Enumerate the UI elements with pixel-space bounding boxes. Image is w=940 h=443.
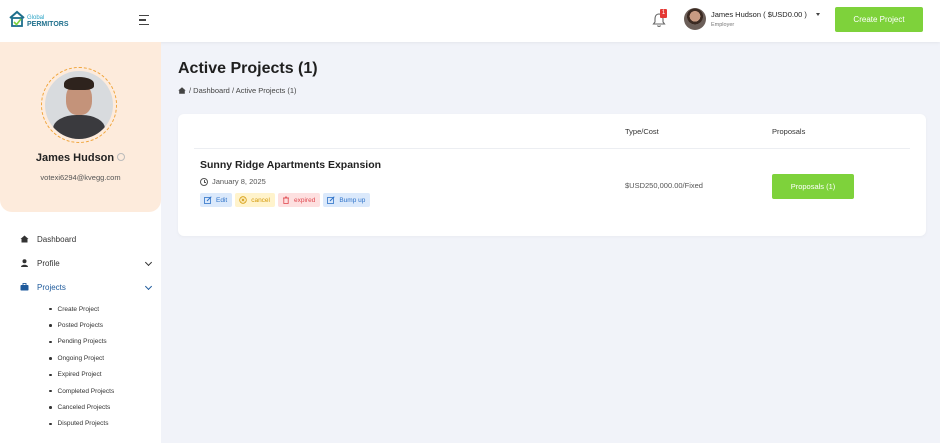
project-date: January 8, 2025 [200,177,266,186]
sidebar-subitem-completed-projects[interactable]: Completed Projects [0,383,161,399]
edit-label: Edit [216,196,228,204]
sidebar-subitem-disputed-projects[interactable]: Disputed Projects [0,416,161,432]
expired-button[interactable]: expired [278,193,321,207]
sidebar-item-label: Dashboard [37,234,77,244]
menu-toggle-icon[interactable] [139,15,149,25]
trash-icon [283,196,289,204]
top-header: Global PERMITORS 1 James Hudson ( $USD0.… [0,0,940,42]
chevron-down-icon [144,258,153,267]
briefcase-icon [20,283,29,291]
sidebar-item-label: Projects [37,282,66,292]
profile-name: James Hudson [35,152,115,164]
sidebar-subitem-ongoing-project[interactable]: Ongoing Project [0,350,161,366]
project-cost: $USD250,000.00/Fixed [625,181,703,190]
sidebar-subitem-create-project[interactable]: Create Project [0,301,161,317]
user-icon [21,259,28,267]
sidebar-item-dashboard[interactable]: Dashboard [0,227,161,251]
profile-name-row: James Hudson [0,152,161,164]
projects-submenu: Create Project Posted Projects Pending P… [0,301,161,432]
expired-label: expired [294,196,316,204]
project-title[interactable]: Sunny Ridge Apartments Expansion [200,159,381,171]
project-date-text: January 8, 2025 [212,177,266,186]
home-icon [20,235,29,243]
sidebar-subitem-pending-projects[interactable]: Pending Projects [0,334,161,350]
chevron-down-icon [144,282,153,291]
sidebar-subitem-canceled-projects[interactable]: Canceled Projects [0,399,161,415]
profile-avatar-ring [41,67,117,143]
projects-table-card: Type/Cost Proposals Sunny Ridge Apartmen… [178,114,926,236]
column-header-type-cost: Type/Cost [625,127,659,136]
avatar [684,8,706,30]
bump-up-label: Bump up [339,196,366,204]
user-display: James Hudson ( $USD0.00 ) [711,10,807,19]
profile-avatar [45,71,113,139]
breadcrumb: / Dashboard / Active Projects (1) [178,86,297,95]
cancel-button[interactable]: cancel [235,193,275,207]
profile-email: votexi6294@kvegg.com [40,173,121,182]
edit-button[interactable]: Edit [200,193,233,207]
notification-badge: 1 [660,9,667,18]
cancel-label: cancel [251,196,270,204]
logo-line2: PERMITORS [27,21,69,28]
sidebar-item-profile[interactable]: Profile [0,251,161,275]
project-actions: Edit cancel expired Bump up [200,193,371,207]
logo[interactable]: Global PERMITORS [9,10,69,28]
cancel-circle-icon [239,196,247,204]
proposals-button[interactable]: Proposals (1) [772,174,854,199]
create-project-button[interactable]: Create Project [835,7,923,32]
sidebar: James Hudson votexi6294@kvegg.com Dashbo… [0,42,161,443]
breadcrumb-text[interactable]: / Dashboard / Active Projects (1) [189,86,297,95]
sidebar-item-label: Profile [37,258,60,268]
column-header-proposals: Proposals [772,127,806,136]
house-logo-icon [9,10,25,27]
table-divider [194,148,910,149]
user-menu[interactable]: James Hudson ( $USD0.00 ) Employer [684,8,807,30]
bump-up-button[interactable]: Bump up [323,193,371,207]
logo-text: Global PERMITORS [27,15,69,28]
edit-icon [204,196,212,204]
sidebar-subitem-expired-project[interactable]: Expired Project [0,367,161,383]
verified-icon [117,153,126,161]
caret-down-icon[interactable] [816,13,820,16]
page-title: Active Projects (1) [178,60,318,77]
sidebar-subitem-posted-projects[interactable]: Posted Projects [0,317,161,333]
profile-card: James Hudson votexi6294@kvegg.com [0,42,161,212]
edit-icon [327,196,335,204]
sidebar-nav: Dashboard Profile Projects Create Projec… [0,227,161,432]
home-icon[interactable] [178,87,186,94]
clock-icon [200,177,208,186]
sidebar-item-projects[interactable]: Projects [0,275,161,299]
user-role: Employer [711,22,735,28]
